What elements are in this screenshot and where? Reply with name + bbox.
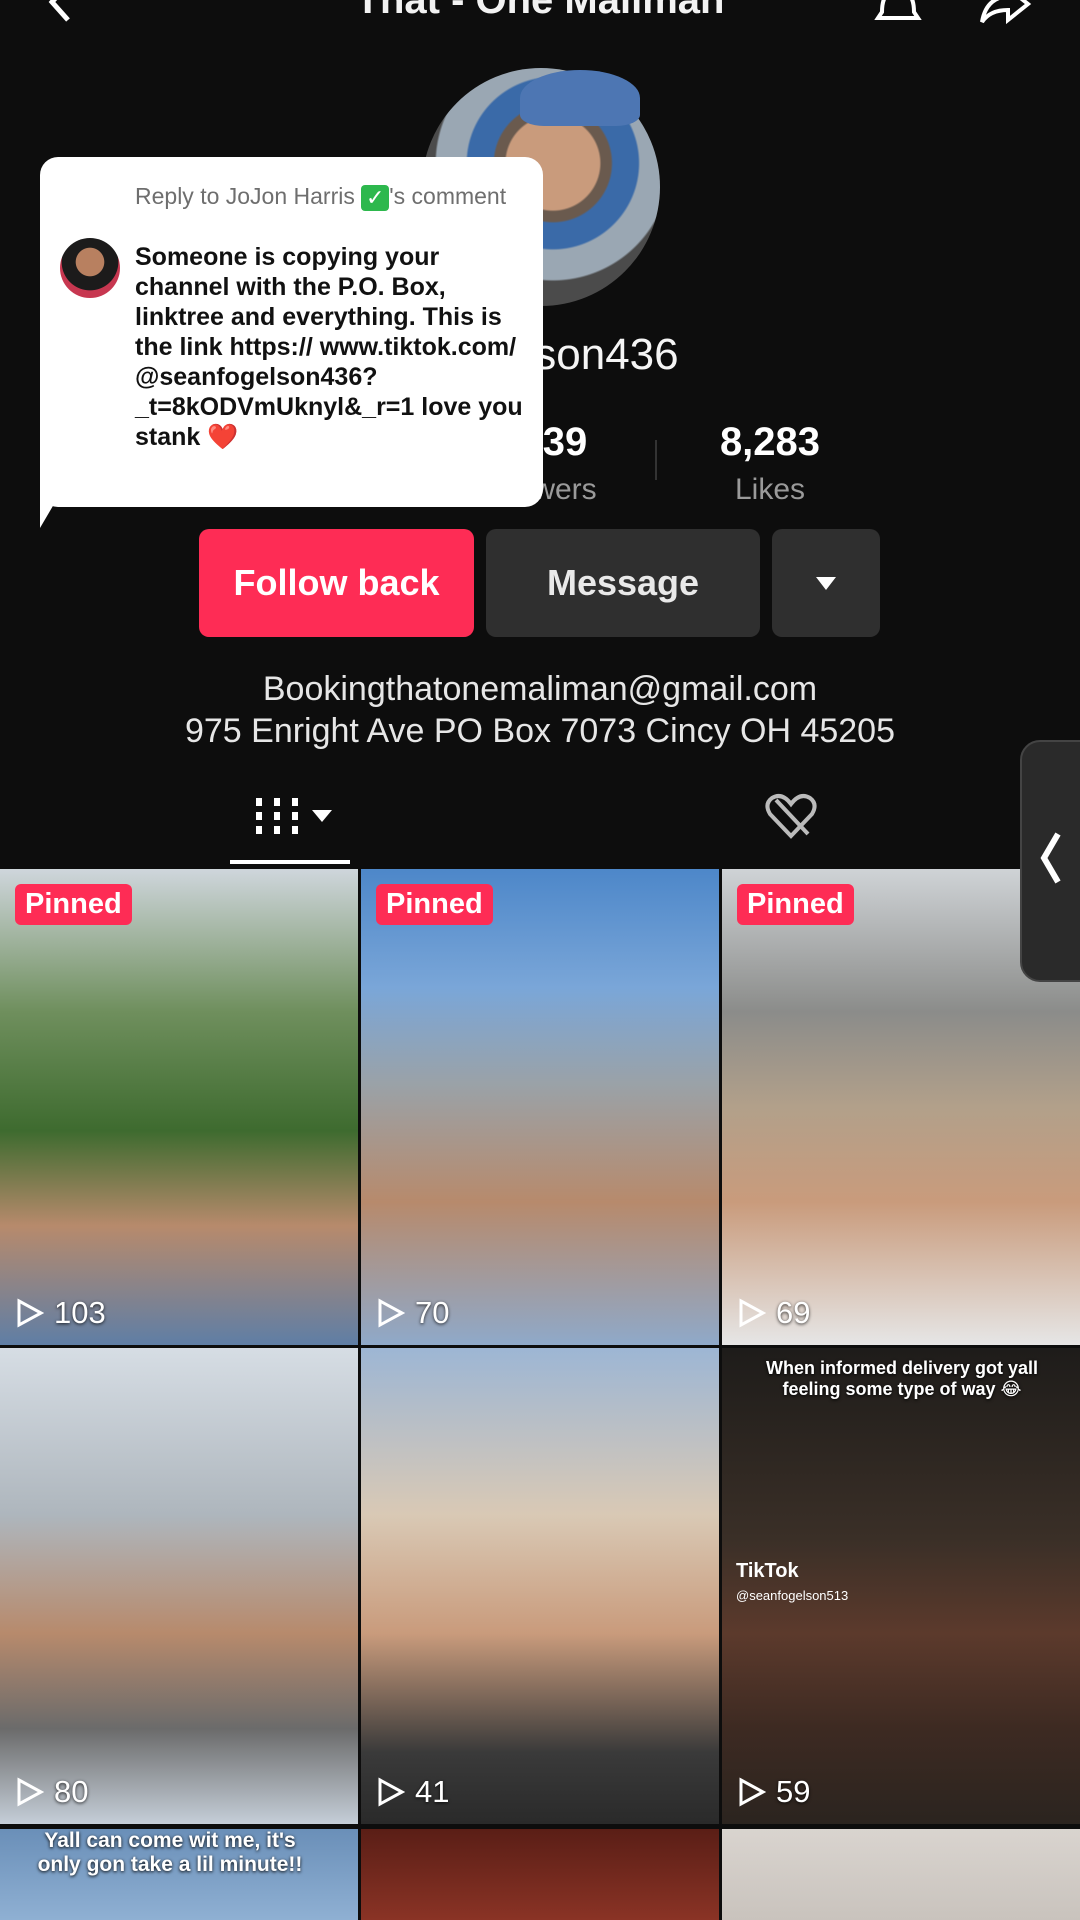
view-count-number: 59: [776, 1774, 811, 1809]
bio-address: 975 Enright Ave PO Box 7073 Cincy OH 452…: [184, 712, 896, 750]
view-count: 59: [736, 1774, 810, 1810]
stat-divider: [655, 440, 657, 480]
view-count: 80: [14, 1774, 88, 1810]
video-tile[interactable]: 41: [361, 1348, 719, 1824]
video-tile[interactable]: 80: [0, 1348, 358, 1824]
reply-header-prefix: Reply to JoJon Harris: [135, 183, 362, 209]
view-count: 70: [375, 1295, 449, 1331]
tiktok-watermark: TikTok: [736, 1560, 799, 1582]
reply-comment-text: Someone is copying your channel with the…: [135, 242, 530, 452]
reply-header: Reply to JoJon Harris ✓'s comment: [135, 183, 515, 211]
video-caption: Yall can come wit me, it's only gon take…: [37, 1829, 303, 1876]
view-count-number: 103: [54, 1295, 106, 1330]
video-tile[interactable]: [722, 1829, 1080, 1920]
play-icon: [378, 1298, 405, 1328]
reply-header-suffix: 's comment: [389, 183, 507, 209]
view-count: 69: [736, 1295, 810, 1331]
video-tile[interactable]: When informed delivery got yall feeling …: [722, 1348, 1080, 1824]
view-count: 41: [375, 1774, 449, 1810]
reply-comment-body: Someone is copying your channel with the…: [135, 243, 523, 451]
likes-label[interactable]: Likes: [690, 473, 850, 507]
view-count: 103: [14, 1295, 106, 1331]
bell-icon[interactable]: [872, 0, 924, 26]
pinned-badge: Pinned: [737, 884, 854, 925]
pinned-badge: Pinned: [376, 884, 493, 925]
video-tile[interactable]: Pinned 103: [0, 869, 358, 1345]
play-icon: [17, 1777, 44, 1807]
share-icon[interactable]: [978, 0, 1032, 26]
active-tab-indicator: [230, 860, 350, 864]
pinned-badge: Pinned: [15, 884, 132, 925]
reply-bubble-tail: [40, 470, 74, 528]
heart-icon: ❤️: [207, 423, 239, 451]
view-count-number: 41: [415, 1774, 450, 1809]
play-icon: [17, 1298, 44, 1328]
likes-count[interactable]: 8,283: [690, 420, 850, 465]
message-button[interactable]: Message: [486, 529, 760, 637]
video-tile[interactable]: Yall can come wit me, it's only gon take…: [0, 1829, 358, 1920]
view-count-number: 80: [54, 1774, 89, 1809]
videos-grid-tab-icon[interactable]: [250, 790, 350, 842]
video-tile[interactable]: Pinned 70: [361, 869, 719, 1345]
avatar-cap-detail: [520, 70, 640, 126]
play-icon: [739, 1777, 766, 1807]
play-icon: [378, 1777, 405, 1807]
video-tile[interactable]: [361, 1829, 719, 1920]
video-caption: When informed delivery got yall feeling …: [765, 1358, 1039, 1399]
commenter-avatar: [60, 238, 120, 298]
follow-back-button[interactable]: Follow back: [199, 529, 474, 637]
bio-email: Bookingthatonemaliman@gmail.com: [262, 670, 818, 708]
tiktok-watermark-handle: @seanfogelson513: [736, 1588, 849, 1603]
caret-down-icon: [816, 576, 836, 590]
liked-videos-hidden-icon[interactable]: [762, 790, 820, 842]
play-icon: [739, 1298, 766, 1328]
view-count-number: 69: [776, 1295, 811, 1330]
view-count-number: 70: [415, 1295, 450, 1330]
verified-check-icon: ✓: [361, 184, 390, 211]
more-options-button[interactable]: [772, 529, 880, 637]
chevron-left-icon: [1040, 832, 1061, 884]
